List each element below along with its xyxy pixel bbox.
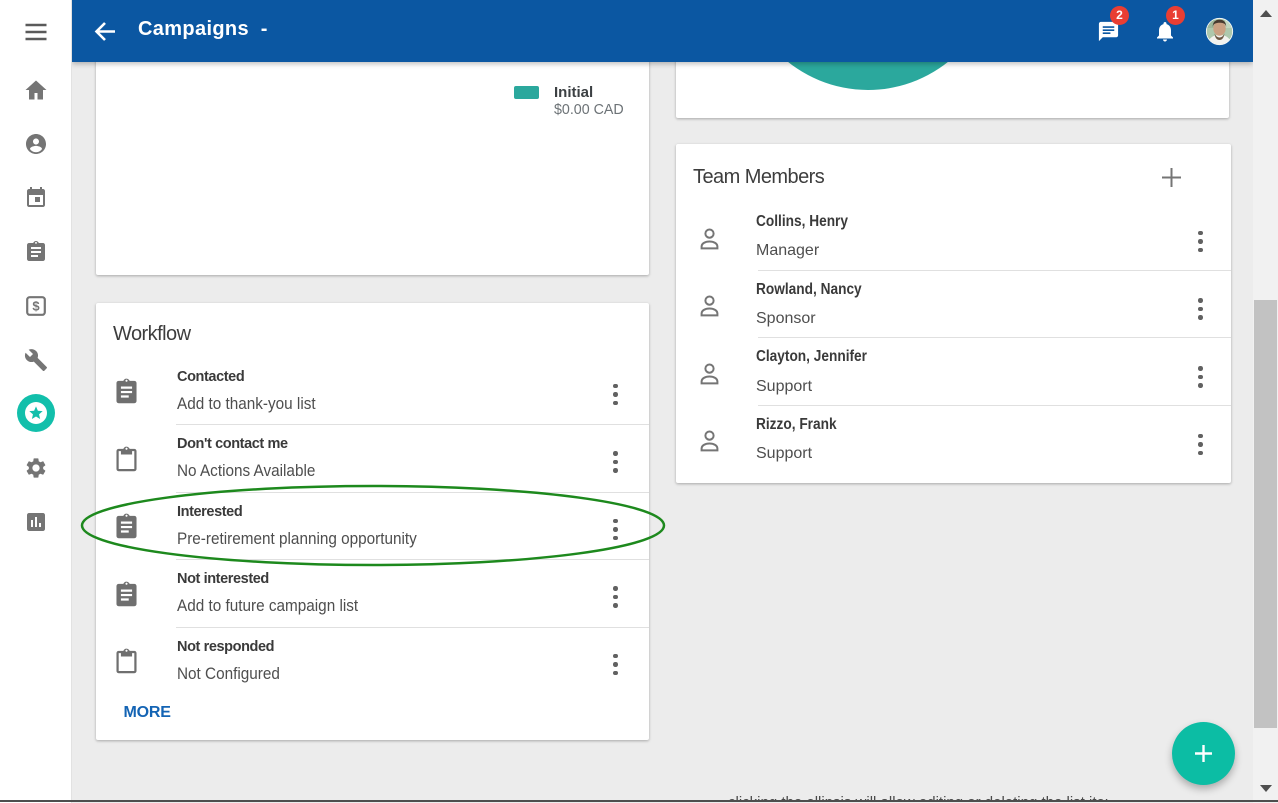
svg-text:$: $: [32, 299, 40, 314]
